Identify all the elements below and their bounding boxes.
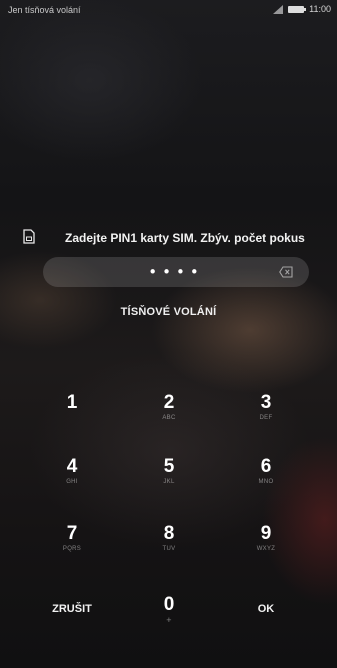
key-8[interactable]: 8 TUV xyxy=(119,523,219,579)
key-2[interactable]: 2 ABC xyxy=(119,392,219,448)
key-digit: 4 xyxy=(66,456,78,477)
key-9[interactable]: 9 WXYZ xyxy=(216,523,316,579)
key-digit: 3 xyxy=(260,392,272,413)
key-6[interactable]: 6 MNO xyxy=(216,456,316,512)
sim-prompt: Zadejte PIN1 karty SIM. Zbýv. počet poku… xyxy=(0,228,337,250)
pin-input[interactable]: •••• xyxy=(43,257,309,287)
key-digit: 9 xyxy=(260,523,272,544)
backspace-icon[interactable] xyxy=(279,266,293,278)
key-letters: ABC xyxy=(162,415,176,421)
key-digit: 7 xyxy=(66,523,78,544)
signal-icon xyxy=(273,4,284,14)
status-bar: Jen tísňová volání 11:00 xyxy=(0,0,337,22)
cancel-label: ZRUŠIT xyxy=(52,603,92,615)
key-1[interactable]: 1 xyxy=(22,392,122,448)
key-digit: 0 xyxy=(163,594,175,615)
key-digit: 2 xyxy=(163,392,175,413)
status-time: 11:00 xyxy=(309,4,331,14)
key-digit: 1 xyxy=(66,392,78,413)
keypad: 1 2 ABC 3 DEF 4 GHI 5 JKL 6 MNO 7 PQRS 8 xyxy=(0,380,337,650)
pin-masked-value: •••• xyxy=(148,263,204,281)
status-icons: 11:00 xyxy=(273,4,331,14)
key-4[interactable]: 4 GHI xyxy=(22,456,122,512)
key-7[interactable]: 7 PQRS xyxy=(22,523,122,579)
key-digit: 5 xyxy=(163,456,175,477)
key-5[interactable]: 5 JKL xyxy=(119,456,219,512)
key-digit: 8 xyxy=(163,523,175,544)
key-digit: 6 xyxy=(260,456,272,477)
key-3[interactable]: 3 DEF xyxy=(216,392,316,448)
emergency-call-button[interactable]: TÍSŇOVÉ VOLÁNÍ xyxy=(0,306,337,318)
sim-card-icon xyxy=(23,229,35,244)
key-letters: PQRS xyxy=(62,546,82,552)
key-letters: GHI xyxy=(66,479,78,485)
battery-icon xyxy=(288,5,307,13)
key-letters: TUV xyxy=(162,546,176,552)
cancel-button[interactable]: ZRUŠIT xyxy=(22,594,122,650)
key-letters: WXYZ xyxy=(256,546,276,552)
pin-unlock-screen: Jen tísňová volání 11:00 Zadejte PIN1 ka… xyxy=(0,0,337,668)
key-letters: + xyxy=(166,615,172,625)
key-letters: MNO xyxy=(258,479,274,485)
carrier-status-text: Jen tísňová volání xyxy=(8,5,81,15)
key-0[interactable]: 0 + xyxy=(119,594,219,650)
key-letters: JKL xyxy=(163,479,175,485)
ok-label: OK xyxy=(257,603,275,615)
pin-prompt-text: Zadejte PIN1 karty SIM. Zbýv. počet poku… xyxy=(65,231,305,245)
ok-button[interactable]: OK xyxy=(216,594,316,650)
key-letters: DEF xyxy=(259,415,273,421)
